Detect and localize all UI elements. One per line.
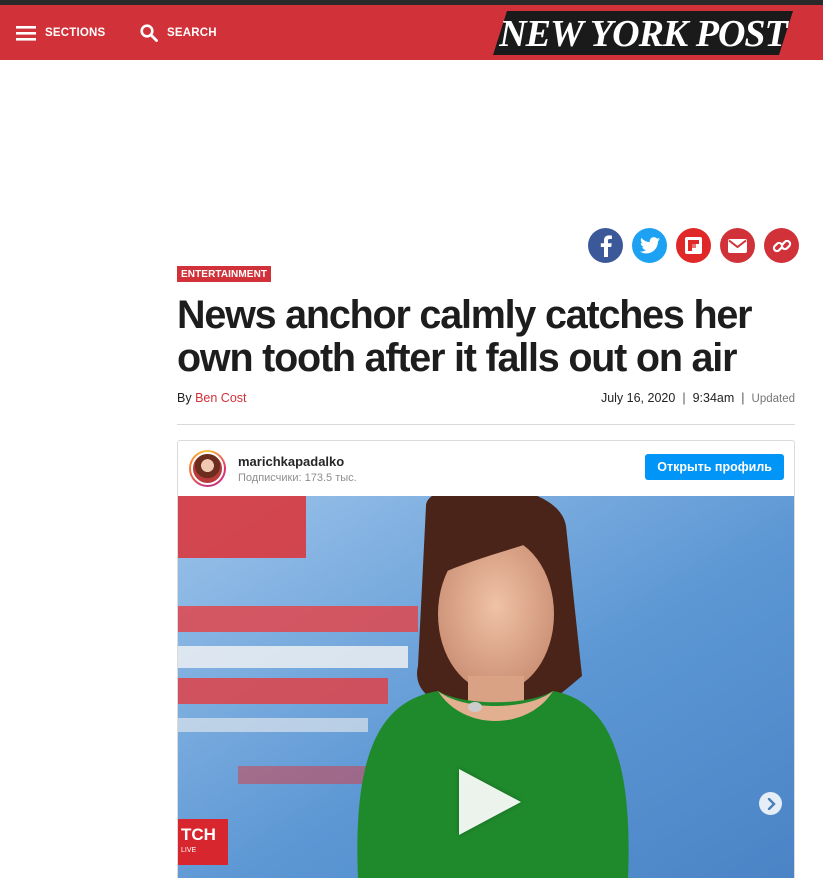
share-bar [588, 228, 799, 263]
share-twitter-button[interactable] [632, 228, 667, 263]
chevron-right-icon [767, 797, 776, 810]
embed-user: marichkapadalko Подписчики: 173.5 тыс. [238, 454, 357, 484]
embed-followers: Подписчики: 173.5 тыс. [238, 471, 357, 484]
copy-link-button[interactable] [764, 228, 799, 263]
separator: | [682, 391, 686, 405]
link-icon [772, 239, 791, 252]
logo-text: NEW YORK POST [498, 13, 789, 55]
sections-label: SECTIONS [45, 26, 106, 39]
sections-button[interactable]: SECTIONS [16, 5, 105, 60]
share-facebook-button[interactable] [588, 228, 623, 263]
author-link[interactable]: Ben Cost [195, 391, 246, 405]
separator: | [741, 391, 745, 405]
avatar[interactable] [189, 450, 226, 487]
article-header: ENTERTAINMENT News anchor calmly catches… [177, 264, 795, 425]
embed-username[interactable]: marichkapadalko [238, 454, 357, 469]
divider [177, 424, 795, 425]
twitter-icon [639, 237, 660, 254]
publish-time: 9:34am [692, 391, 735, 405]
search-button[interactable]: SEARCH [140, 5, 217, 60]
next-slide-button[interactable] [759, 792, 782, 815]
search-icon [140, 23, 158, 42]
play-icon[interactable] [459, 769, 521, 835]
byline: By Ben Cost [177, 391, 247, 405]
byline-prefix: By [177, 391, 192, 405]
updated-label: Updated [751, 393, 795, 405]
share-email-button[interactable] [720, 228, 755, 263]
publish-date: July 16, 2020 [600, 391, 676, 405]
timestamp: July 16, 2020 | 9:34am | Updated [601, 391, 795, 405]
share-flipboard-button[interactable] [676, 228, 711, 263]
embed-header: marichkapadalko Подписчики: 173.5 тыс. О… [178, 441, 794, 496]
search-label: SEARCH [167, 26, 217, 39]
category-tag[interactable]: ENTERTAINMENT [177, 266, 272, 282]
site-header: SECTIONS SEARCH NEW YORK POST [0, 5, 823, 60]
ad-placeholder [0, 60, 823, 228]
site-logo[interactable]: NEW YORK POST [493, 9, 793, 57]
article-headline: News anchor calmly catches her own tooth… [177, 293, 753, 380]
flipboard-icon [685, 237, 702, 254]
article-meta: By Ben Cost July 16, 2020 | 9:34am | Updated [177, 389, 795, 407]
channel-logo: ТСН LIVE [178, 819, 228, 865]
facebook-icon [600, 234, 612, 257]
open-profile-button[interactable]: Открыть профиль [645, 454, 784, 480]
video-player[interactable]: ТСН LIVE [178, 496, 794, 878]
instagram-embed: marichkapadalko Подписчики: 173.5 тыс. О… [177, 440, 795, 878]
menu-icon [16, 25, 36, 41]
email-icon [728, 238, 747, 253]
